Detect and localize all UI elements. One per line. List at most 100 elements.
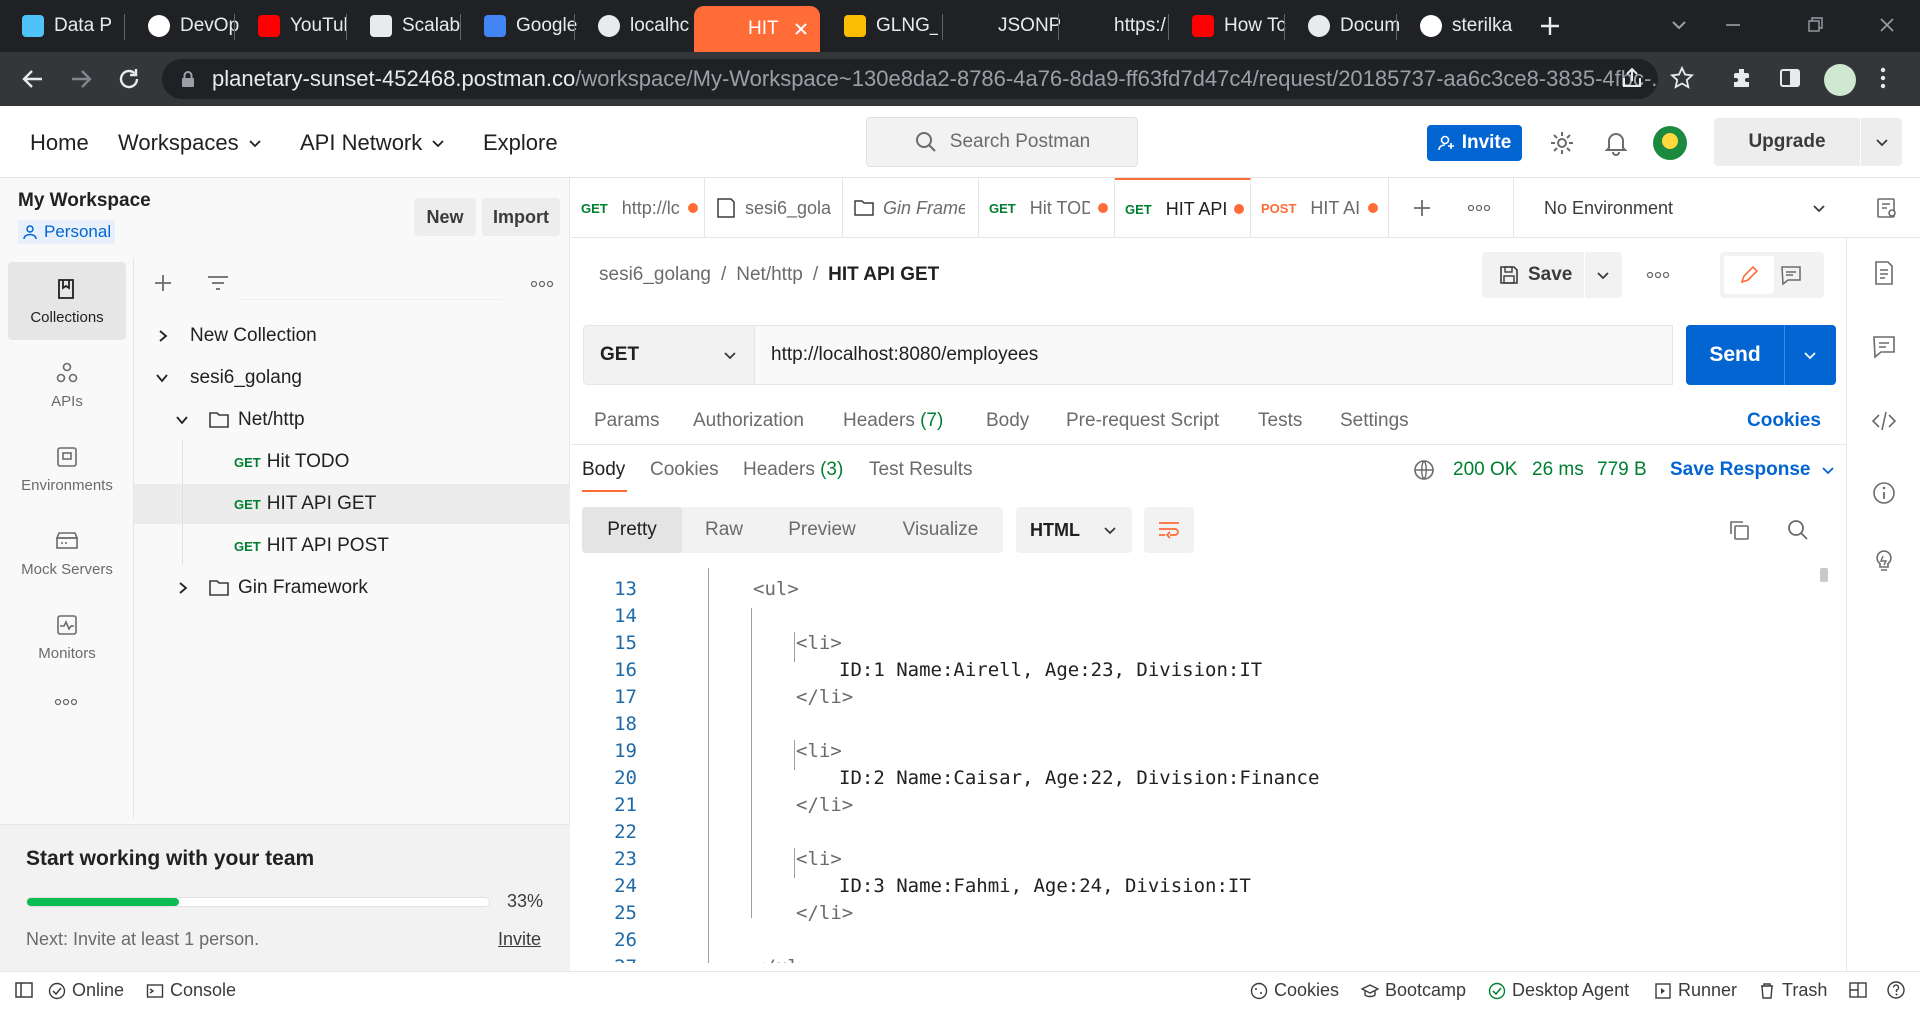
status-online[interactable]: Online (48, 980, 124, 1001)
info-icon[interactable] (1871, 480, 1897, 506)
tabs-more-icon[interactable] (1467, 204, 1491, 212)
status-bootcamp[interactable]: Bootcamp (1361, 980, 1466, 1001)
request-tab-5-active[interactable]: GET HIT API (1115, 178, 1251, 238)
browser-tab-13[interactable]: sterilka (1398, 6, 1514, 46)
rail-monitors[interactable]: Monitors (8, 598, 126, 676)
status-trash[interactable]: Trash (1758, 980, 1827, 1001)
globe-icon[interactable] (1412, 458, 1436, 482)
nav-workspaces[interactable]: Workspaces (118, 130, 263, 156)
workspace-type-badge[interactable]: Personal (18, 220, 116, 244)
browser-tab-10[interactable]: https:/ (1060, 6, 1176, 46)
browser-tab-5[interactable]: Google (462, 6, 578, 46)
two-pane-icon[interactable] (1848, 980, 1868, 1000)
onboarding-invite-link[interactable]: Invite (498, 929, 541, 950)
close-window-icon[interactable] (1862, 8, 1912, 42)
browser-tab-11[interactable]: How Tc (1170, 6, 1286, 46)
tree-more-icon[interactable] (530, 280, 554, 288)
request-more-icon[interactable] (1646, 271, 1670, 279)
view-pretty[interactable]: Pretty (582, 507, 682, 553)
back-icon[interactable] (18, 64, 48, 94)
user-avatar[interactable] (1653, 126, 1687, 160)
tree-item-sesi6-golang[interactable]: sesi6_golang (134, 358, 570, 398)
tab-pre-request-script[interactable]: Pre-request Script (1066, 410, 1219, 432)
save-button[interactable]: Save (1482, 252, 1622, 298)
side-panel-icon[interactable] (1778, 66, 1802, 90)
new-button[interactable]: New (414, 198, 476, 236)
forward-icon[interactable] (66, 64, 96, 94)
tab-authorization[interactable]: Authorization (693, 410, 804, 432)
close-tab-icon[interactable] (793, 21, 809, 37)
lightbulb-icon[interactable] (1871, 548, 1897, 574)
rail-environments[interactable]: Environments (8, 430, 126, 508)
request-tab-2[interactable]: sesi6_gola (705, 178, 843, 238)
more-options-icon[interactable] (54, 698, 78, 706)
lock-icon[interactable] (180, 70, 196, 88)
filter-icon[interactable] (206, 272, 230, 294)
extensions-icon[interactable] (1730, 66, 1754, 90)
tree-item-hit-todo[interactable]: GET Hit TODO (134, 442, 570, 482)
search-input[interactable]: Search Postman (866, 117, 1138, 167)
edit-pencil-icon[interactable] (1724, 256, 1774, 294)
view-preview[interactable]: Preview (766, 507, 878, 553)
browser-tab-3[interactable]: YouTul (236, 6, 352, 46)
tree-item-gin-framework[interactable]: Gin Framework (134, 568, 570, 608)
comments-icon[interactable] (1780, 264, 1802, 286)
view-raw[interactable]: Raw (682, 507, 766, 553)
search-response-icon[interactable] (1786, 518, 1810, 542)
tab-search-icon[interactable] (1654, 8, 1704, 42)
environment-selector[interactable]: No Environment (1513, 178, 1843, 238)
status-runner[interactable]: Runner (1654, 980, 1737, 1001)
documentation-icon[interactable] (1871, 260, 1897, 286)
profile-avatar[interactable] (1824, 64, 1856, 96)
minimize-icon[interactable] (1708, 8, 1758, 42)
request-tab-1[interactable]: GET http://lc (571, 178, 705, 238)
share-icon[interactable] (1620, 66, 1644, 90)
response-body-code[interactable]: 13 <ul> 14 15 <li> 16 ID:1 Name:Airell, Age:23… (583, 568, 1813, 963)
request-tab-4[interactable]: GET Hit TOD (979, 178, 1115, 238)
help-icon[interactable] (1886, 980, 1906, 1000)
browser-tab-7[interactable]: HIT (694, 6, 820, 52)
tab-params[interactable]: Params (594, 410, 659, 432)
cookies-link[interactable]: Cookies (1747, 410, 1821, 432)
restore-icon[interactable] (1790, 8, 1840, 42)
browser-tab-9[interactable]: JSONP (944, 6, 1060, 46)
address-bar[interactable]: planetary-sunset-452468.postman.co/works… (162, 59, 1658, 99)
tree-item-hit-api-get[interactable]: GET HIT API GET (134, 484, 570, 524)
response-tab-headers[interactable]: Headers (3) (743, 459, 843, 481)
browser-tab-8[interactable]: GLNG_ (822, 6, 938, 46)
new-request-tab-icon[interactable] (1411, 197, 1433, 219)
response-size[interactable]: 779 B (1597, 459, 1647, 481)
status-console[interactable]: Console (146, 980, 236, 1001)
upgrade-button[interactable]: Upgrade (1714, 118, 1902, 166)
tab-body[interactable]: Body (986, 410, 1029, 432)
breadcrumb-folder[interactable]: Net/http (736, 264, 803, 286)
response-tab-test-results[interactable]: Test Results (869, 459, 972, 481)
reload-icon[interactable] (114, 64, 144, 94)
add-collection-icon[interactable] (152, 272, 174, 294)
chrome-menu-icon[interactable] (1878, 66, 1888, 90)
collection-search-input[interactable] (238, 268, 502, 300)
view-visualize[interactable]: Visualize (878, 507, 1003, 553)
response-tab-body[interactable]: Body (582, 459, 625, 481)
tree-item-new-collection[interactable]: New Collection (134, 316, 570, 356)
browser-tab-12[interactable]: Docum (1286, 6, 1402, 46)
rail-collections[interactable]: Collections (8, 262, 126, 340)
code-scrollbar[interactable] (1820, 568, 1828, 582)
response-tab-cookies[interactable]: Cookies (650, 459, 719, 481)
tree-item-net-http[interactable]: Net/http (134, 400, 570, 440)
response-time[interactable]: 26 ms (1532, 459, 1584, 481)
settings-gear-icon[interactable] (1549, 130, 1575, 156)
tab-headers[interactable]: Headers (7) (843, 410, 943, 432)
rail-mock-servers[interactable]: Mock Servers (8, 514, 126, 592)
request-tab-3[interactable]: Gin Frame (843, 178, 979, 238)
browser-tab-4[interactable]: Scalab (348, 6, 464, 46)
import-button[interactable]: Import (482, 198, 560, 236)
url-input[interactable]: http://localhost:8080/employees (755, 325, 1673, 385)
invite-button[interactable]: Invite (1427, 125, 1522, 161)
browser-tab-1[interactable]: Data P (0, 6, 116, 46)
nav-explore[interactable]: Explore (483, 130, 558, 156)
nav-api-network[interactable]: API Network (300, 130, 446, 156)
new-tab-button[interactable] (1536, 12, 1564, 40)
wrap-lines-icon[interactable] (1144, 507, 1194, 553)
toggle-sidebar-icon[interactable] (14, 980, 34, 1000)
